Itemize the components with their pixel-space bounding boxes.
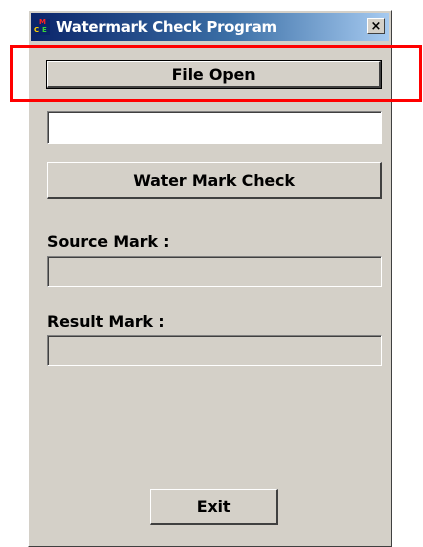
file-path-field[interactable]	[47, 111, 382, 144]
close-icon: ×	[370, 18, 382, 34]
file-open-button[interactable]: File Open	[46, 60, 382, 89]
water-mark-check-label: Water Mark Check	[133, 170, 295, 190]
main-window: MCE Watermark Check Program × File Open …	[28, 10, 392, 547]
app-icon: MCE	[34, 19, 50, 35]
source-mark-field	[47, 256, 382, 287]
exit-label: Exit	[196, 497, 231, 516]
water-mark-check-button[interactable]: Water Mark Check	[47, 162, 382, 199]
title-bar[interactable]: MCE Watermark Check Program ×	[31, 13, 389, 41]
window-title: Watermark Check Program	[56, 18, 277, 36]
result-mark-field	[47, 335, 382, 366]
close-button[interactable]: ×	[367, 18, 385, 34]
file-open-label: File Open	[171, 64, 256, 84]
result-mark-label: Result Mark :	[47, 312, 165, 331]
source-mark-label: Source Mark :	[47, 232, 170, 251]
exit-button[interactable]: Exit	[150, 489, 278, 525]
